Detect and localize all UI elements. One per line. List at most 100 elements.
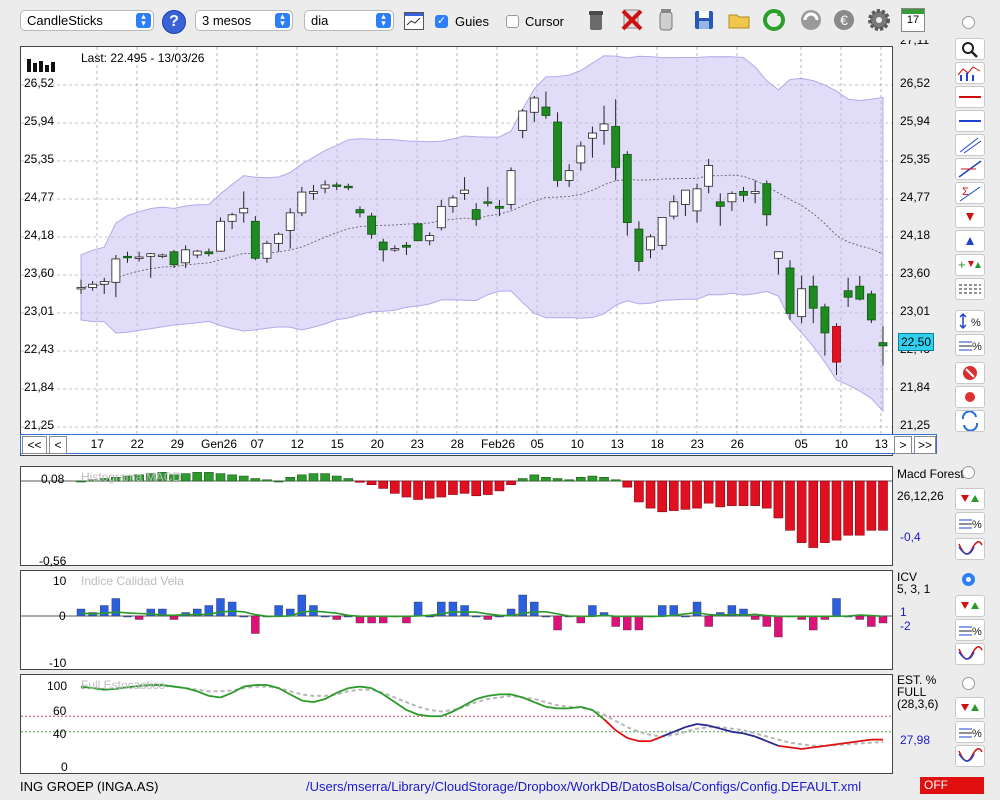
stoch-axis-100: 100 <box>47 679 68 693</box>
plus-arrows-icon: + <box>958 257 981 272</box>
icv-signals-button[interactable] <box>955 595 985 617</box>
macd-bottom-value: -0,56 <box>39 554 67 568</box>
stoch-k-segment <box>789 746 802 750</box>
calendar-17-icon[interactable]: 17 <box>901 8 925 32</box>
icv-percent-button[interactable]: % <box>955 619 985 641</box>
macd-panel[interactable]: Histograma MACD 0,08 -0,56 <box>20 466 893 568</box>
period-select[interactable]: 3 mesos ▴ ▾ <box>195 10 293 31</box>
nav-next-button[interactable]: > <box>894 436 912 454</box>
candle-body <box>773 251 783 259</box>
nav-last-button[interactable]: >> <box>914 436 936 454</box>
candle-body <box>309 191 318 194</box>
zoom-tool-button[interactable] <box>955 38 985 60</box>
panel-radio-stoch[interactable] <box>962 677 975 690</box>
icv-value-2: -2 <box>900 619 911 633</box>
stoch-k-segment <box>673 726 686 733</box>
stoch-k-segment <box>766 740 779 747</box>
candle <box>622 151 632 236</box>
panel-radio-main[interactable] <box>962 16 975 29</box>
gear-icon[interactable] <box>865 6 893 34</box>
icv-bar <box>855 615 864 620</box>
hline-blue-button[interactable] <box>955 110 985 132</box>
stoch-percent-button[interactable]: % <box>955 721 985 743</box>
interval-select[interactable]: dia ▴ ▾ <box>304 10 394 31</box>
stoch-k-segment <box>417 713 430 718</box>
stoch-signals-button[interactable] <box>955 697 985 719</box>
stoch-k-segment <box>696 723 709 727</box>
cursor-checkbox[interactable] <box>506 15 519 28</box>
percent-lines-button[interactable]: % <box>955 334 985 356</box>
date-tick: 17 <box>90 437 104 451</box>
price-tick-left: 25,94 <box>24 114 55 128</box>
macd-bar <box>680 480 691 510</box>
ticker-label: ING GROEP (INGA.AS) <box>20 779 159 794</box>
date-tick: 13 <box>610 437 624 451</box>
candle-body <box>378 241 388 251</box>
hline-red-button[interactable] <box>955 86 985 108</box>
trash-icon[interactable] <box>582 6 610 34</box>
channel-tool-button[interactable] <box>955 134 985 156</box>
percent-scale-button[interactable]: % <box>955 310 985 332</box>
candlestick-chart[interactable] <box>21 47 892 435</box>
candle-volume-button[interactable] <box>955 62 985 84</box>
arrow-down-button[interactable] <box>955 206 985 228</box>
refresh-icon[interactable] <box>760 6 788 34</box>
chart-type-select[interactable]: CandleSticks ▴ ▾ <box>20 10 154 31</box>
chevron-updown-icon: ▴ ▾ <box>136 12 151 28</box>
candle-body <box>611 126 621 168</box>
trendline-tool-button[interactable] <box>955 158 985 180</box>
macd-bar <box>273 480 284 483</box>
macd-bar <box>459 480 470 494</box>
macd-percent-button[interactable]: % <box>955 512 985 534</box>
add-signals-button[interactable]: + <box>955 254 985 276</box>
price-tick-right: 25,35 <box>900 152 931 166</box>
record-button[interactable] <box>955 386 985 408</box>
sync-icon[interactable] <box>797 6 825 34</box>
date-axis-bar[interactable]: 17 22 29 Gen26 07 12 15 20 23 28 Feb26 05 10 13 18 23 26… <box>20 434 937 454</box>
candle-body <box>297 191 307 214</box>
stoch-k-segment <box>371 687 384 696</box>
folder-icon[interactable] <box>725 6 753 34</box>
macd-wave-button[interactable] <box>955 538 985 560</box>
icv-wave-button[interactable] <box>955 643 985 665</box>
macd-bar <box>668 480 679 511</box>
candle-body <box>820 306 830 334</box>
icv-panel[interactable]: Indice Calidad Vela 10 0 -10 <box>20 570 893 670</box>
macd-signals-button[interactable] <box>955 488 985 510</box>
swap-button[interactable] <box>955 410 985 432</box>
euro-icon[interactable]: € <box>830 6 858 34</box>
chevron-updown-icon: ▴ ▾ <box>275 12 290 28</box>
candle-body <box>111 258 121 283</box>
config-path-link[interactable]: /Users/mserra/Library/CloudStorage/Dropb… <box>306 779 861 794</box>
stoch-k-segment <box>301 699 314 704</box>
sigma-tool-button[interactable]: Σ <box>955 182 985 204</box>
macd-bar <box>343 478 354 482</box>
chart-window-icon[interactable] <box>404 12 424 30</box>
icv-bar <box>530 601 539 617</box>
macd-bar <box>215 473 226 482</box>
nav-first-button[interactable]: << <box>22 436 47 454</box>
candle-body <box>506 170 516 205</box>
help-icon[interactable]: ? <box>162 10 186 34</box>
delete-icon[interactable] <box>618 6 646 34</box>
stop-button[interactable] <box>955 362 985 384</box>
main-chart-panel[interactable]: Last: 22.495 - 13/03/26 <box>20 46 893 456</box>
stoch-wave-button[interactable] <box>955 745 985 767</box>
guides-checkbox[interactable]: ✓ <box>435 15 448 28</box>
mini-chart-icon <box>406 17 421 26</box>
arrow-up-button[interactable] <box>955 230 985 252</box>
jar-icon[interactable] <box>652 6 680 34</box>
candle-body <box>123 255 132 259</box>
panel-radio-icv[interactable] <box>962 573 975 586</box>
icv-bar <box>634 615 644 631</box>
grid-lines-button[interactable] <box>955 278 985 300</box>
nav-prev-button[interactable]: < <box>49 436 67 454</box>
save-icon[interactable] <box>690 6 718 34</box>
stochastic-panel[interactable]: Full Estocastico 100 60 40 0 <box>20 674 893 774</box>
stoch-d-line <box>81 684 884 747</box>
candle-body <box>192 250 202 256</box>
wave-icon <box>958 646 983 660</box>
macd-bar <box>320 473 330 482</box>
panel-radio-macd[interactable] <box>962 466 975 479</box>
status-off-badge[interactable]: OFF <box>920 777 984 794</box>
